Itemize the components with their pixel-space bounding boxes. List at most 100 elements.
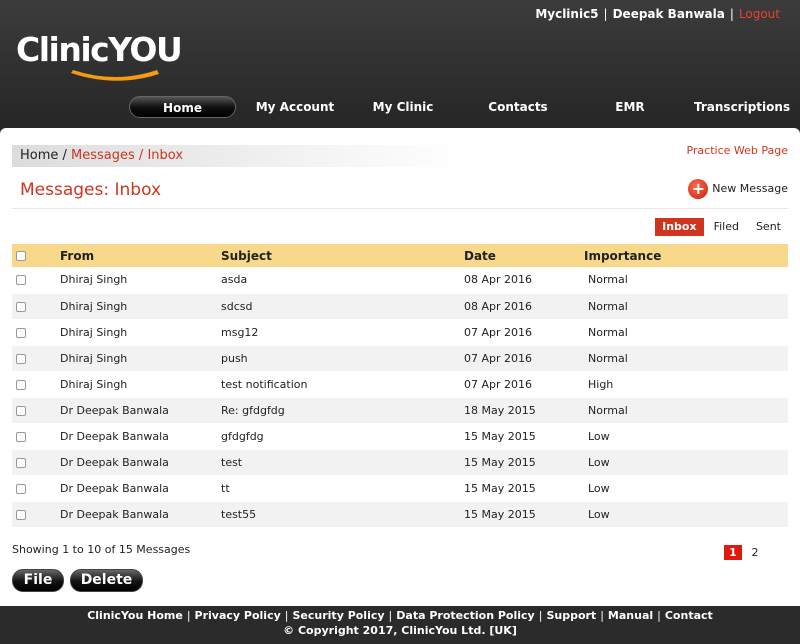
table-row[interactable]: Dr Deepak Banwala Re: gfdgfdg 18 May 2015 N… [12,397,788,424]
row-checkbox[interactable] [16,509,26,520]
row-importance: Normal [584,397,788,424]
header: Myclinic5 | Deepak Banwala | Logout ClinicYO… [0,0,800,128]
nav-my-clinic[interactable]: My Clinic [365,96,441,118]
row-date: 07 Apr 2016 [464,345,584,372]
row-date: 15 May 2015 [464,449,584,476]
row-importance: High [584,371,788,398]
row-checkbox[interactable] [16,301,26,312]
footer: ClinicYou Home | Privacy Policy | Security P… [0,606,800,644]
footer-link[interactable]: Manual [608,609,653,622]
divider [12,208,788,209]
row-from: Dhiraj Singh [60,371,221,398]
row-checkbox[interactable] [16,431,26,442]
page-title: Messages: Inbox [20,180,162,200]
nav-emr[interactable]: EMR [608,96,652,118]
row-from: Dhiraj Singh [60,267,221,294]
column-subject[interactable]: Subject [221,244,464,267]
row-date: 15 May 2015 [464,423,584,450]
clinicyou-logo[interactable]: ClinicYOU [16,30,183,88]
row-subject[interactable]: tt [221,475,464,502]
row-importance: Low [584,475,788,502]
nav-transcriptions[interactable]: Transcriptions [694,96,790,118]
row-importance: Low [584,423,788,450]
row-from: Dr Deepak Banwala [60,475,221,502]
breadcrumb-home[interactable]: Home [20,148,58,163]
row-importance: Normal [584,319,788,346]
footer-link[interactable]: Support [546,609,596,622]
row-from: Dhiraj Singh [60,319,221,346]
nav-my-account[interactable]: My Account [250,96,340,118]
row-from: Dhiraj Singh [60,345,221,372]
table-row[interactable]: Dr Deepak Banwala tt 15 May 2015 Low [12,475,788,502]
row-date: 18 May 2015 [464,397,584,424]
footer-link[interactable]: Contact [665,609,713,622]
main-content: Home / Messages / Inbox Practice Web Pag… [0,128,800,606]
table-row[interactable]: Dr Deepak Banwala test55 15 May 2015 Low [12,501,788,528]
row-date: 08 Apr 2016 [464,267,584,294]
row-importance: Normal [584,293,788,320]
footer-link[interactable]: Privacy Policy [195,609,281,622]
add-icon: + [688,179,709,199]
message-tabs: Inbox Filed Sent [652,218,788,236]
row-checkbox[interactable] [16,457,26,468]
breadcrumb-messages[interactable]: Messages [71,148,135,163]
file-button[interactable]: File [12,569,64,592]
row-subject[interactable]: test [221,449,464,476]
nav-contacts[interactable]: Contacts [485,96,551,118]
row-subject[interactable]: msg12 [221,319,464,346]
footer-links: ClinicYou Home | Privacy Policy | Security P… [87,609,713,622]
row-subject[interactable]: test notification [221,371,464,398]
row-checkbox[interactable] [16,353,26,364]
column-from[interactable]: From [60,244,221,267]
row-subject[interactable]: test55 [221,501,464,528]
row-importance: Low [584,449,788,476]
row-checkbox[interactable] [16,483,26,494]
user-name: Deepak Banwala [612,7,725,21]
column-importance[interactable]: Importance [584,244,788,267]
table-row[interactable]: Dhiraj Singh sdcsd 08 Apr 2016 Normal [12,293,788,320]
practice-web-page-link[interactable]: Practice Web Page [686,144,788,157]
table-row[interactable]: Dhiraj Singh push 07 Apr 2016 Normal [12,345,788,372]
page-1[interactable]: 1 [724,545,742,560]
row-checkbox[interactable] [16,275,26,286]
logo-swoosh-icon [71,70,159,81]
column-date[interactable]: Date [464,244,584,267]
row-subject[interactable]: sdcsd [221,293,464,320]
new-message-button[interactable]: + New Message [688,179,788,199]
nav-home[interactable]: Home [129,96,236,118]
tab-inbox[interactable]: Inbox [655,218,704,236]
row-date: 07 Apr 2016 [464,319,584,346]
row-subject[interactable]: gfdgfdg [221,423,464,450]
row-subject[interactable]: Re: gfdgfdg [221,397,464,424]
table-row[interactable]: Dr Deepak Banwala gfdgfdg 15 May 2015 Low [12,423,788,450]
tab-filed[interactable]: Filed [707,218,746,236]
logout-link[interactable]: Logout [739,7,780,21]
page-2[interactable]: 2 [746,545,764,560]
breadcrumb: Home / Messages / Inbox [12,145,464,167]
footer-link[interactable]: ClinicYou Home [87,609,183,622]
table-row[interactable]: Dhiraj Singh msg12 07 Apr 2016 Normal [12,319,788,346]
footer-link[interactable]: Security Policy [293,609,385,622]
row-subject[interactable]: asda [221,267,464,294]
table-row[interactable]: Dhiraj Singh test notification 07 Apr 2016… [12,371,788,398]
user-bar: Myclinic5 | Deepak Banwala | Logout [535,7,780,21]
row-from: Dr Deepak Banwala [60,501,221,528]
table-row[interactable]: Dhiraj Singh asda 08 Apr 2016 Normal [12,267,788,294]
breadcrumb-inbox[interactable]: Inbox [147,148,183,163]
row-checkbox[interactable] [16,327,26,338]
row-from: Dr Deepak Banwala [60,397,221,424]
row-importance: Low [584,501,788,528]
delete-button[interactable]: Delete [70,569,143,592]
select-all-checkbox[interactable] [16,251,26,261]
footer-link[interactable]: Data Protection Policy [396,609,534,622]
row-date: 08 Apr 2016 [464,293,584,320]
pagination: 12 [720,545,764,560]
row-from: Dhiraj Singh [60,293,221,320]
row-date: 15 May 2015 [464,475,584,502]
row-subject[interactable]: push [221,345,464,372]
tab-sent[interactable]: Sent [749,218,788,236]
row-checkbox[interactable] [16,379,26,390]
row-checkbox[interactable] [16,405,26,416]
table-row[interactable]: Dr Deepak Banwala test 15 May 2015 Low [12,449,788,476]
row-date: 07 Apr 2016 [464,371,584,398]
